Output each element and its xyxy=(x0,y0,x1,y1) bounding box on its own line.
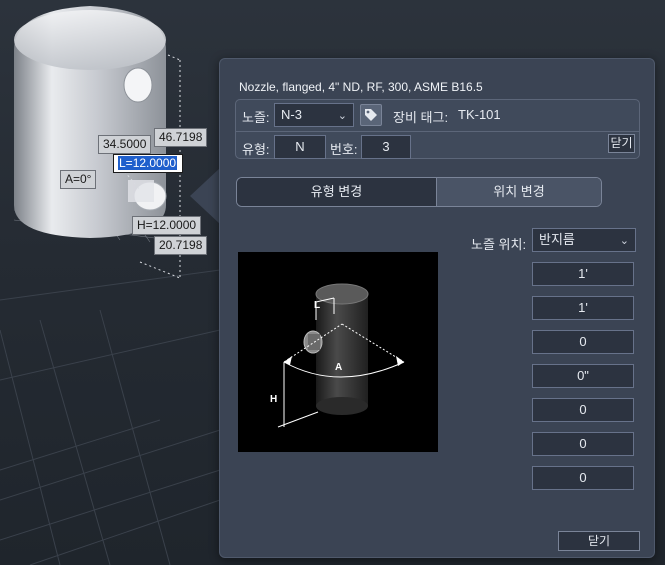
preview-label-a: A xyxy=(335,362,342,373)
panel-title: Nozzle, flanged, 4" ND, RF, 300, ASME B1… xyxy=(239,80,483,94)
close-small-button[interactable]: 닫기 xyxy=(608,134,635,153)
nozzle-position-value: 반지름 xyxy=(539,232,575,247)
param-field-l[interactable]: 1' xyxy=(532,296,634,320)
dimension-length-value: 12.0000 xyxy=(132,156,177,170)
tag-icon xyxy=(365,109,377,121)
preview-label-h: H xyxy=(270,394,277,405)
dimension-d6: 20.7198 xyxy=(154,236,208,255)
nozzle-position-select[interactable]: 반지름 ⌄ xyxy=(532,228,636,252)
tab-bar: 유형 변경 위치 변경 xyxy=(236,177,602,207)
dimension-d1: 34.5000 xyxy=(98,135,152,154)
nozzle-select[interactable]: N-3 ⌄ xyxy=(274,103,354,127)
tag-button[interactable] xyxy=(360,104,382,126)
ground-grid xyxy=(0,269,221,565)
number-label: 번호: xyxy=(330,142,358,157)
param-field-o[interactable]: 0" xyxy=(532,364,634,388)
dimension-length-prefix: L= xyxy=(119,156,133,170)
header-divider xyxy=(236,131,639,132)
param-field-t[interactable]: 0 xyxy=(532,466,634,490)
tab-position-change[interactable]: 위치 변경 xyxy=(437,178,601,206)
nozzle-position-label: 노즐 위치: xyxy=(471,237,527,252)
equipment-tag-label: 장비 태그: xyxy=(393,110,449,125)
nozzle-header-group: 노즐: N-3 ⌄ 장비 태그: TK-101 유형: N 번호: 3 닫기 xyxy=(235,99,640,159)
nozzle-label: 노즐: xyxy=(242,110,270,125)
nozzle-select-value: N-3 xyxy=(281,107,302,122)
dimension-length-text: L=12.0000 xyxy=(118,156,178,170)
chevron-down-icon: ⌄ xyxy=(337,110,347,122)
number-field[interactable]: 3 xyxy=(361,135,411,159)
dimension-angle[interactable]: A=0° xyxy=(60,170,97,189)
preview-label-l: L xyxy=(314,300,320,311)
nozzle-diagram: L A H xyxy=(270,283,405,428)
panel-callout-arrow xyxy=(190,168,220,224)
tab-type-change[interactable]: 유형 변경 xyxy=(237,178,437,206)
dimension-d2: 46.7198 xyxy=(154,128,208,147)
close-button[interactable]: 닫기 xyxy=(558,531,640,551)
param-field-a[interactable]: 0 xyxy=(532,330,634,354)
nozzle-preview-image: L A H xyxy=(238,252,438,452)
dimension-length-input[interactable]: L=12.0000 xyxy=(113,154,183,173)
equipment-tag-value: TK-101 xyxy=(458,107,501,122)
param-field-i[interactable]: 0 xyxy=(532,398,634,422)
chevron-down-icon: ⌄ xyxy=(619,235,629,247)
type-label: 유형: xyxy=(242,142,270,157)
type-field[interactable]: N xyxy=(274,135,326,159)
param-field-n[interactable]: 0 xyxy=(532,432,634,456)
param-field-h[interactable]: 1' xyxy=(532,262,634,286)
nozzle-edit-panel: Nozzle, flanged, 4" ND, RF, 300, ASME B1… xyxy=(219,58,655,558)
tank-model xyxy=(14,6,167,238)
